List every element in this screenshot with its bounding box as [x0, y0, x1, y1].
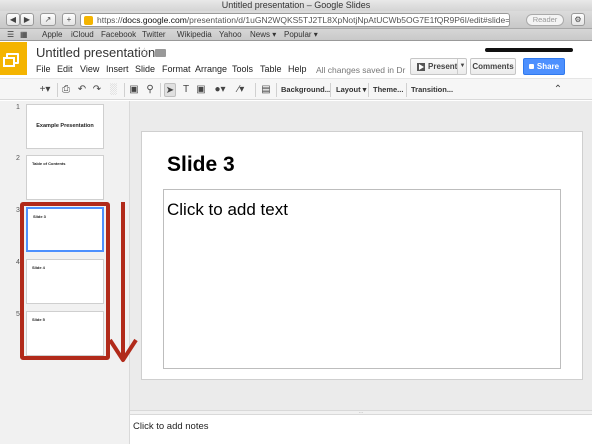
image-icon[interactable]: ▣	[195, 83, 207, 97]
window-title: Untitled presentation – Google Slides	[0, 0, 592, 11]
new-slide-icon[interactable]: +▾	[35, 83, 55, 97]
back-button[interactable]: ◀	[6, 13, 20, 26]
share-label: Share	[536, 62, 560, 71]
folder-icon[interactable]	[155, 49, 166, 57]
slide-number: 1	[16, 104, 20, 111]
toolbar-separator	[57, 83, 58, 97]
edit-toolbar: +▾ ⎙ ↶ ↷ ░ ▣ ⚲ ➤ T ▣ ●▾ ∕▾ ▤ Background.…	[0, 78, 592, 100]
favicon-icon	[84, 16, 93, 25]
new-tab-button[interactable]: +	[62, 13, 76, 26]
menu-file[interactable]: File	[36, 64, 51, 74]
browser-toolbar: ◀ ▶ ↗ + https://docs.google.com/presenta…	[0, 11, 592, 29]
present-button[interactable]: Present ▼	[410, 58, 467, 75]
scroll-indicator	[485, 48, 573, 52]
toolbar-separator	[406, 83, 407, 97]
comments-button[interactable]: Comments	[470, 58, 516, 75]
menu-help[interactable]: Help	[288, 64, 307, 74]
bookmark-facebook[interactable]: Facebook	[101, 29, 136, 41]
layout-button[interactable]: Layout ▾	[336, 83, 366, 97]
collapse-toolbar-icon[interactable]: ⌃	[552, 83, 564, 97]
bookmark-popular[interactable]: Popular ▾	[284, 29, 318, 41]
bookmarks-icon[interactable]: ☰	[7, 29, 14, 41]
line-icon[interactable]: ∕▾	[232, 83, 250, 97]
undo-icon[interactable]: ↶	[76, 83, 88, 97]
transition-button[interactable]: Transition...	[411, 83, 453, 97]
annotation-highlight-box	[20, 202, 110, 360]
slide-thumbnail-2[interactable]: Table of Contents	[26, 155, 104, 200]
star-icon[interactable]: ☆	[139, 45, 150, 59]
bookmarks-bar: ☰ ▦ Apple iCloud Facebook Twitter Wikipe…	[0, 29, 592, 41]
share-button[interactable]: Share	[523, 58, 565, 75]
toolbar-separator	[368, 83, 369, 97]
bookmark-wikipedia[interactable]: Wikipedia	[177, 29, 212, 41]
share-page-icon[interactable]: ↗	[40, 13, 56, 26]
menu-format[interactable]: Format	[162, 64, 191, 74]
paint-format-icon[interactable]: ░	[107, 83, 119, 97]
thumbnail-title: Table of Contents	[32, 161, 66, 166]
slide-thumbnail-1[interactable]: Example Presentation	[26, 104, 104, 149]
menu-slide[interactable]: Slide	[135, 64, 155, 74]
present-label: Present	[428, 62, 458, 71]
url-scheme: https	[97, 15, 116, 25]
toolbar-separator	[124, 83, 125, 97]
play-icon	[417, 63, 425, 71]
address-bar[interactable]: https://docs.google.com/presentation/d/1…	[80, 13, 510, 27]
bookmark-news[interactable]: News ▾	[250, 29, 276, 41]
theme-button[interactable]: Theme...	[373, 83, 403, 97]
annotation-down-arrow	[108, 202, 138, 362]
reader-button[interactable]: Reader	[526, 14, 564, 26]
save-status[interactable]: All changes saved in Dr…	[316, 65, 406, 75]
toolbar-separator	[330, 83, 331, 97]
settings-gear-icon[interactable]: ⚙	[571, 13, 585, 26]
lock-icon	[528, 64, 534, 69]
text-box-icon[interactable]: T	[180, 83, 192, 97]
menu-arrange[interactable]: Arrange	[195, 64, 227, 74]
slide-title[interactable]: Slide 3	[167, 153, 235, 177]
toolbar-separator	[160, 83, 161, 97]
url-separator: ://	[115, 15, 123, 25]
comment-icon[interactable]: ▤	[260, 83, 272, 97]
chevron-down-icon[interactable]: ▼	[457, 59, 467, 74]
toolbar-separator	[276, 83, 277, 97]
url-host: docs.google.com	[122, 15, 187, 25]
zoom-fit-icon[interactable]: ▣	[128, 83, 140, 97]
zoom-icon[interactable]: ⚲	[144, 83, 156, 97]
bookmark-apple[interactable]: Apple	[42, 29, 62, 41]
menu-insert[interactable]: Insert	[106, 64, 129, 74]
document-title[interactable]: Untitled presentation	[36, 45, 155, 60]
menu-edit[interactable]: Edit	[57, 64, 73, 74]
print-icon[interactable]: ⎙	[60, 83, 72, 97]
menu-view[interactable]: View	[80, 64, 99, 74]
url-path: /presentation/d/1uGN2WQKS5TJ2TL8XpNotjNp…	[186, 15, 510, 25]
menu-table[interactable]: Table	[260, 64, 282, 74]
bookmark-yahoo[interactable]: Yahoo	[219, 29, 242, 41]
menu-tools[interactable]: Tools	[232, 64, 253, 74]
shape-icon[interactable]: ●▾	[211, 83, 229, 97]
slides-logo-icon[interactable]	[0, 42, 27, 75]
top-sites-icon[interactable]: ▦	[20, 29, 28, 41]
background-button[interactable]: Background...	[281, 83, 331, 97]
redo-icon[interactable]: ↷	[91, 83, 103, 97]
slide-number: 2	[16, 155, 20, 162]
forward-button[interactable]: ▶	[20, 13, 34, 26]
thumbnail-title: Example Presentation	[36, 123, 94, 129]
body-placeholder-text[interactable]: Click to add text	[167, 200, 288, 220]
toolbar-separator	[255, 83, 256, 97]
speaker-notes-placeholder[interactable]: Click to add notes	[133, 421, 209, 432]
bookmark-twitter[interactable]: Twitter	[142, 29, 166, 41]
bookmark-icloud[interactable]: iCloud	[71, 29, 94, 41]
select-cursor-icon[interactable]: ➤	[164, 83, 176, 97]
